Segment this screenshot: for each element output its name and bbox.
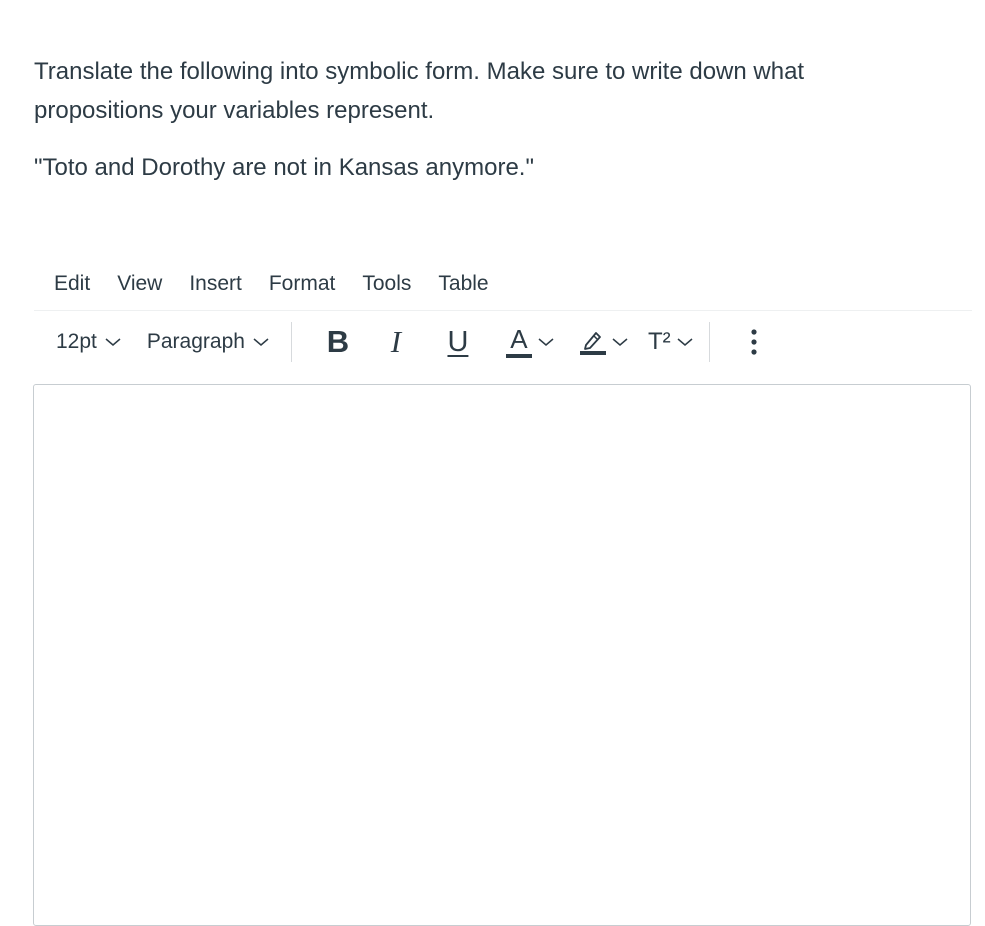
more-vertical-icon <box>751 329 757 355</box>
font-size-select[interactable]: 12pt <box>56 320 121 364</box>
more-options-button[interactable] <box>746 320 762 364</box>
rich-text-editor-area[interactable] <box>33 384 971 926</box>
highlight-color-button[interactable] <box>579 320 628 364</box>
menu-table[interactable]: Table <box>424 263 501 305</box>
chevron-down-icon <box>253 338 269 346</box>
font-size-value: 12pt <box>56 330 97 353</box>
italic-button[interactable]: I <box>382 320 410 364</box>
chevron-down-icon <box>612 338 628 346</box>
menu-tools[interactable]: Tools <box>348 263 424 305</box>
chevron-down-icon <box>677 338 693 346</box>
menu-insert[interactable]: Insert <box>175 263 255 305</box>
menu-format[interactable]: Format <box>255 263 349 305</box>
superscript-icon: T² <box>647 328 671 355</box>
editor-toolbar: 12pt Paragraph B I U A T² <box>34 318 972 366</box>
text-color-button[interactable]: A <box>505 320 554 364</box>
underline-button[interactable]: U <box>444 320 472 364</box>
italic-icon: I <box>390 324 402 359</box>
editor-menubar: Edit View Insert Format Tools Table <box>34 258 972 311</box>
menu-edit[interactable]: Edit <box>34 263 103 305</box>
menu-view[interactable]: View <box>103 263 175 305</box>
text-color-swatch <box>505 354 532 358</box>
question-instruction: Translate the following into symbolic fo… <box>34 58 805 124</box>
underline-icon: U <box>447 325 469 358</box>
toolbar-separator <box>708 322 710 362</box>
text-color-letter: A <box>510 324 528 354</box>
block-format-select[interactable]: Paragraph <box>147 320 269 364</box>
question-text: Translate the following into symbolic fo… <box>34 52 934 187</box>
chevron-down-icon <box>538 338 554 346</box>
text-color-icon: A <box>505 324 532 358</box>
highlighter-icon <box>579 332 606 355</box>
question-quote: "Toto and Dorothy are not in Kansas anym… <box>34 154 534 181</box>
block-format-value: Paragraph <box>146 330 245 353</box>
bold-icon: B <box>326 324 350 359</box>
toolbar-separator <box>290 322 292 362</box>
chevron-down-icon <box>105 338 121 346</box>
superscript-button[interactable]: T² <box>648 320 693 364</box>
bold-button[interactable]: B <box>322 320 354 364</box>
